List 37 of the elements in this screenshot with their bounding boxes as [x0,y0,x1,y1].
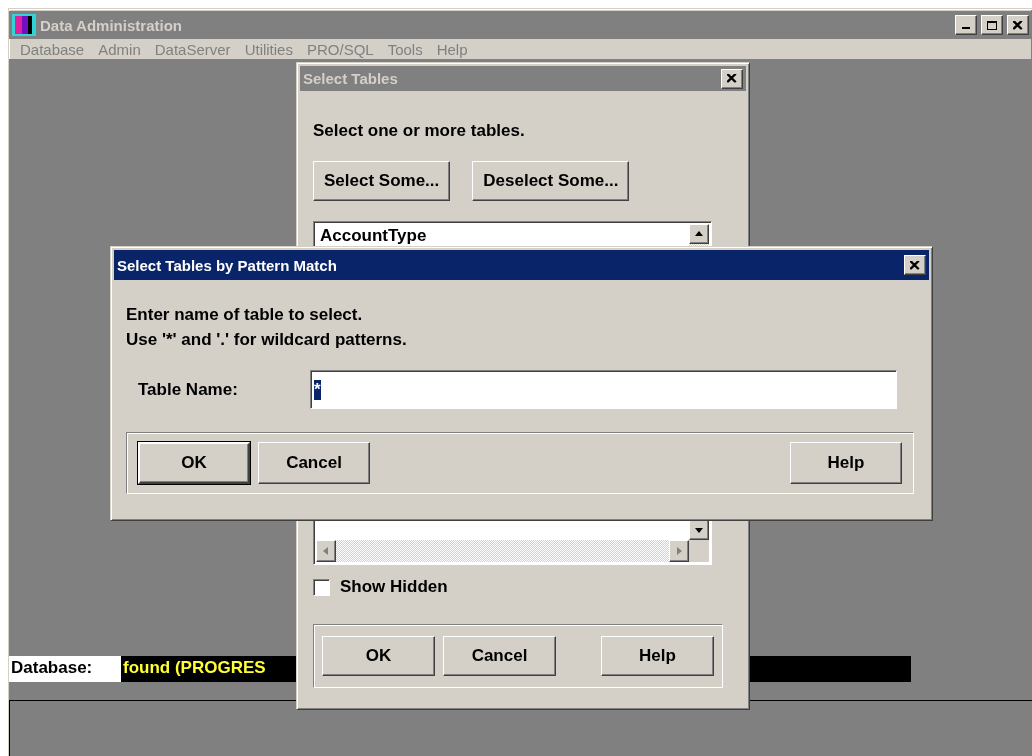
minimize-icon [962,27,970,29]
scroll-left-button[interactable] [316,540,336,562]
dialog-title: Select Tables by Pattern Match [117,256,338,274]
close-icon [910,260,920,270]
field-label: Table Name: [137,379,239,400]
left-arrow-icon [322,547,330,555]
close-button[interactable] [904,255,926,275]
status-label: Database: [9,656,121,682]
scrollbar-corner [689,540,709,562]
close-icon [727,74,737,83]
scroll-up-button[interactable] [689,224,709,244]
dialog-title: Select Tables [303,70,399,87]
checkbox[interactable] [313,578,330,596]
horizontal-scrollbar[interactable] [316,540,689,562]
table-name-field[interactable]: * [310,370,897,409]
ok-button[interactable]: OK [138,442,250,484]
scroll-down-button[interactable] [689,520,709,540]
app-icon [12,14,36,36]
deselect-some-button[interactable]: Deselect Some... [472,161,630,201]
help-button[interactable]: Help [790,442,902,484]
close-icon [1013,20,1023,30]
down-arrow-icon [695,526,703,534]
select-some-button[interactable]: Select Some... [313,161,451,201]
instruction-text: Enter name of table to select. [126,304,364,326]
scroll-right-button[interactable] [669,540,689,562]
list-item[interactable]: AccountType [318,226,687,246]
help-button[interactable]: Help [601,636,714,676]
ok-button[interactable]: OK [322,636,435,676]
maximize-icon [987,20,997,30]
cancel-button[interactable]: Cancel [443,636,556,676]
checkbox-label[interactable]: Show Hidden [340,577,448,597]
window-title: Data Administration [40,16,183,34]
right-arrow-icon [675,547,683,555]
up-arrow-icon [695,230,703,238]
cancel-button[interactable]: Cancel [258,442,370,484]
instruction-text: Select one or more tables. [313,121,526,141]
instruction-text: Use '*' and '.' for wildcard patterns. [126,329,408,351]
